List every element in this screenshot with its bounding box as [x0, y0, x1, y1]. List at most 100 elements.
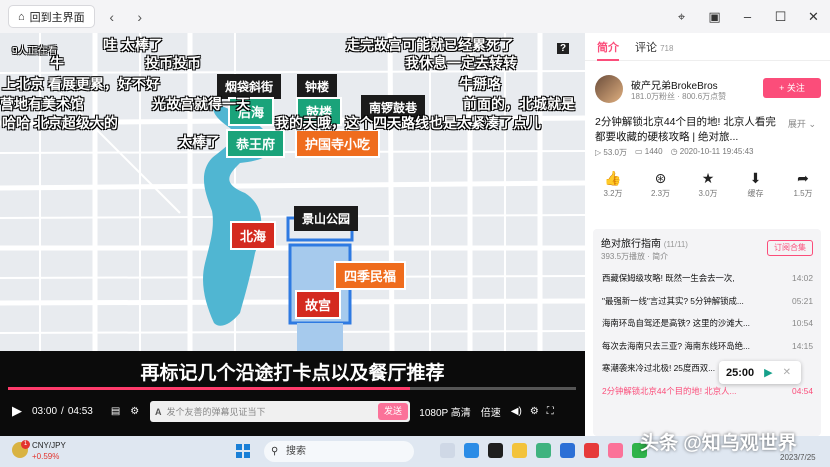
taskbar-apps: [440, 443, 647, 458]
list-item-title: 每次去海南只去三亚? 海南东线环岛绝...: [602, 340, 750, 351]
subscribe-collection-button[interactable]: 订阅合集: [767, 240, 813, 256]
watermark: 头条 @知乌观世界: [640, 433, 797, 454]
cache-button[interactable]: ⬇ 缓存: [736, 170, 776, 204]
expand-label: 展开: [787, 119, 806, 129]
danmaku-input[interactable]: A 发个友善的弹幕见证当下 发送: [150, 401, 410, 422]
settings-icon[interactable]: ⚙: [530, 406, 539, 417]
search-icon: ⚲: [271, 446, 279, 457]
share-count: 1.5万: [793, 189, 813, 198]
danmaku-toggle-icon[interactable]: ▤: [111, 406, 120, 417]
list-item-duration: 05:21: [792, 295, 813, 306]
progress-fill: [8, 387, 410, 390]
home-icon: ⌂: [18, 10, 25, 23]
notification-badge: 1: [21, 440, 30, 449]
tab-intro[interactable]: 简介: [597, 39, 619, 61]
speed-button[interactable]: 倍速: [481, 404, 501, 419]
list-item[interactable]: 西藏保姆级攻略! 既然一生会去一次, 14:02: [593, 267, 821, 290]
mini-timer-value: 25:00: [726, 366, 755, 379]
time-current: 03:00: [32, 405, 58, 417]
currency-pair: CNY/JPY: [32, 441, 66, 450]
danmaku-item: 太棒了: [178, 134, 220, 150]
coin-count: 2.3万: [650, 189, 671, 198]
search-label: 搜索: [286, 446, 306, 457]
tab-comments[interactable]: 评论 718: [635, 39, 673, 60]
list-item-title: 西藏保姆级攻略! 既然一生会去一次,: [602, 273, 735, 283]
progress-bar[interactable]: [8, 387, 576, 390]
chevron-left-icon[interactable]: ‹: [101, 9, 123, 25]
video-title: 2分钟解锁北京44个目的地! 北京人看完都要收藏的硬核攻略 | 绝对旅...: [595, 116, 776, 143]
quality-button[interactable]: 1080P 高清: [419, 404, 471, 419]
danmaku-style-icon[interactable]: A: [155, 407, 162, 417]
playlist-sub: 393.5万播放 · 简介: [601, 252, 669, 261]
list-item[interactable]: 海南环岛自驾还是高铁? 这里的沙滩大... 10:54: [593, 312, 821, 335]
expand-button[interactable]: 展开 ⌄: [788, 117, 816, 130]
fullscreen-icon[interactable]: ⛶: [547, 406, 554, 417]
maximize-icon[interactable]: ☐: [764, 9, 797, 25]
chevron-right-icon[interactable]: ›: [129, 9, 151, 25]
mini-timer-popup[interactable]: 25:00 ▶ ✕: [719, 361, 801, 384]
app-icon[interactable]: [464, 443, 479, 458]
author-stats: 181.0万粉丝 · 800.6万点赞: [631, 92, 727, 101]
app-window: ⌂ 回到主界面 ‹ › ⌖ ▣ – ☐ ✕ 烟袋斜街 钟楼 后海 鼓楼 南锣鼓巷…: [0, 0, 830, 436]
volume-icon[interactable]: ◀): [511, 406, 522, 417]
views-stat: ▷ 53.0万: [595, 147, 627, 158]
favorite-button[interactable]: ★ 3.0万: [688, 170, 728, 204]
play-icon[interactable]: ▶: [764, 366, 772, 379]
danmaku-item: 光故宫就得一天: [152, 96, 250, 112]
publish-time-text: 2020-10-11 19:45:43: [679, 147, 754, 156]
publish-time: ◷ 2020-10-11 19:45:43: [671, 147, 754, 158]
app-icon[interactable]: [488, 443, 503, 458]
close-icon[interactable]: ✕: [797, 9, 830, 25]
windows-start-icon[interactable]: [236, 444, 250, 458]
video-subtitle: 再标记几个沿途打卡点以及餐厅推荐: [140, 363, 445, 384]
like-count: 3.2万: [603, 189, 623, 198]
taskbar-search[interactable]: ⚲ 搜索: [264, 441, 414, 462]
pin-icon[interactable]: ⌖: [665, 9, 698, 25]
share-icon: ➦: [797, 170, 809, 186]
app-icon[interactable]: [560, 443, 575, 458]
cache-download-icon: ⬇: [749, 170, 762, 186]
author-name[interactable]: 破产兄弟BrokeBros: [631, 77, 718, 92]
currency-change: +0.59%: [32, 452, 60, 461]
send-button[interactable]: 发送: [377, 403, 408, 420]
bilibili-icon[interactable]: [608, 443, 623, 458]
follow-button[interactable]: + 关注: [763, 78, 821, 98]
playlist-count: (11/11): [663, 240, 688, 249]
danmaku-settings-icon[interactable]: ⚙: [130, 406, 139, 417]
close-icon[interactable]: ✕: [783, 367, 791, 378]
tab-comments-label: 评论: [635, 42, 657, 54]
help-icon[interactable]: ?: [557, 43, 570, 54]
list-item-duration: 10:54: [792, 318, 813, 329]
like-button[interactable]: 👍 3.2万: [593, 170, 633, 204]
map-label-gugong: 故宫: [295, 290, 342, 319]
danmaku-item: 上北京 看展更累，好不好: [2, 76, 160, 92]
home-label: 回到主界面: [29, 11, 85, 24]
wps-icon[interactable]: [584, 443, 599, 458]
app-icon[interactable]: [440, 443, 455, 458]
video-player[interactable]: 烟袋斜街 钟楼 后海 鼓楼 南锣鼓巷 恭王府 护国寺小吃 景山公园 北海 四季民…: [0, 33, 585, 436]
list-item-duration: 14:15: [792, 340, 813, 351]
minimize-icon[interactable]: –: [731, 9, 764, 24]
star-icon: ★: [701, 170, 715, 186]
danmaku-item: 投币投币: [145, 55, 201, 71]
share-button[interactable]: ➦ 1.5万: [783, 170, 823, 204]
danmaku-item: 哇 太棒了: [103, 37, 163, 53]
coin-icon: ⊛: [654, 170, 667, 186]
list-item-title: "最强新一线"言过其实? 5分钟解锁成...: [602, 295, 744, 306]
map-label-beihai: 北海: [230, 221, 277, 250]
chevron-down-icon: ⌄: [808, 119, 816, 129]
map-label-jingshan: 景山公园: [294, 206, 359, 231]
favorite-count: 3.0万: [698, 189, 718, 198]
taskbar-date: 2023/7/25: [780, 453, 816, 462]
home-button[interactable]: ⌂ 回到主界面: [8, 5, 95, 28]
play-icon[interactable]: ▶: [12, 403, 22, 419]
coin-button[interactable]: ⊛ 2.3万: [641, 170, 681, 204]
browser-icon[interactable]: [536, 443, 551, 458]
danmaku-count: 1440: [644, 147, 663, 156]
avatar[interactable]: [595, 75, 623, 103]
time-total: 04:53: [67, 405, 93, 417]
list-item[interactable]: "最强新一线"言过其实? 5分钟解锁成... 05:21: [593, 290, 821, 313]
list-item[interactable]: 每次去海南只去三亚? 海南东线环岛绝... 14:15: [593, 335, 821, 358]
folder-icon[interactable]: [512, 443, 527, 458]
picture-in-picture-icon[interactable]: ▣: [698, 9, 731, 25]
